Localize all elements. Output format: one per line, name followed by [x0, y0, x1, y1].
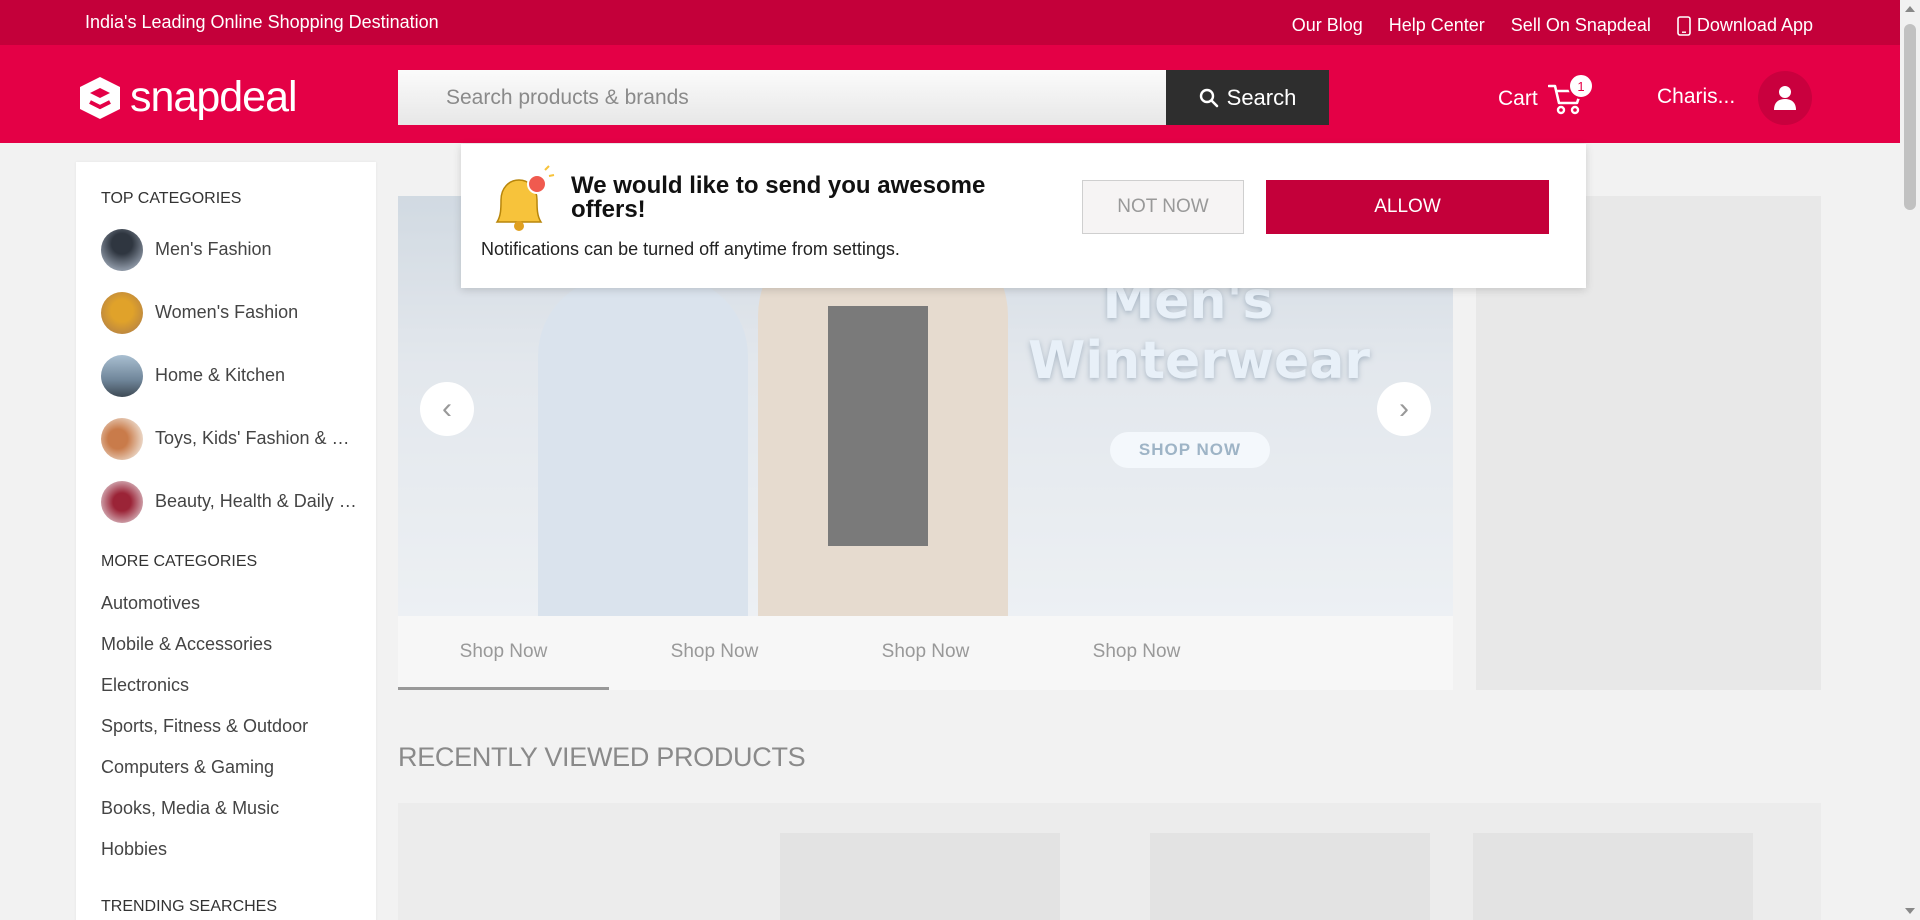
home-kitchen-thumbnail	[101, 354, 143, 397]
womens-fashion-thumbnail	[101, 291, 143, 334]
recent-product-card[interactable]	[1473, 833, 1753, 920]
top-categories-title: TOP CATEGORIES	[101, 190, 242, 207]
more-category-books[interactable]: Books, Media & Music	[76, 788, 376, 829]
notification-permission-popup: We would like to send you awesome offers…	[461, 144, 1586, 288]
more-categories-title: MORE CATEGORIES	[101, 553, 258, 570]
chevron-right-icon: ›	[1399, 392, 1409, 425]
more-category-sports[interactable]: Sports, Fitness & Outdoor	[76, 706, 376, 747]
scroll-up-arrow-icon[interactable]	[1905, 6, 1915, 12]
banner-tab-1[interactable]: Shop Now	[398, 616, 609, 690]
recently-viewed-products	[398, 803, 1821, 920]
notification-subtitle: Notifications can be turned off anytime …	[481, 239, 900, 259]
toys-kids-thumbnail	[101, 417, 143, 460]
mens-fashion-thumbnail	[101, 228, 143, 271]
category-toys-kids[interactable]: Toys, Kids' Fashion & more	[76, 407, 376, 470]
more-category-electronics[interactable]: Electronics	[76, 665, 376, 706]
top-links: Our Blog Help Center Sell On Snapdeal Do…	[1292, 15, 1813, 36]
download-app-link[interactable]: Download App	[1677, 15, 1813, 36]
recent-product-card[interactable]	[1150, 833, 1430, 920]
beauty-health-thumbnail	[101, 480, 143, 523]
search-button[interactable]: Search	[1166, 70, 1329, 125]
allow-button[interactable]: ALLOW	[1266, 180, 1549, 234]
snapdeal-logo-icon	[80, 76, 120, 119]
not-now-button[interactable]: NOT NOW	[1082, 180, 1244, 234]
tagline: India's Leading Online Shopping Destinat…	[85, 12, 439, 32]
category-home-kitchen[interactable]: Home & Kitchen	[76, 344, 376, 407]
snapdeal-logo[interactable]: snapdeal	[76, 73, 298, 122]
mobile-phone-icon	[1677, 15, 1691, 36]
top-strip: India's Leading Online Shopping Destinat…	[0, 0, 1900, 45]
category-label: Beauty, Health & Daily Needs	[155, 491, 360, 511]
logo-text: snapdeal	[130, 73, 298, 121]
main-header: snapdeal Search Cart 1 Charis...	[0, 45, 1900, 143]
search-bar: Search	[398, 70, 1329, 125]
scroll-down-arrow-icon[interactable]	[1905, 908, 1915, 914]
category-beauty-health[interactable]: Beauty, Health & Daily Needs	[76, 470, 376, 533]
recently-viewed-title: RECENTLY VIEWED PRODUCTS	[398, 742, 806, 772]
cart-count-badge: 1	[1568, 73, 1594, 99]
download-app-label: Download App	[1696, 15, 1813, 35]
category-label: Home & Kitchen	[155, 365, 286, 385]
page-scrollbar[interactable]	[1900, 0, 1920, 920]
search-input[interactable]	[398, 70, 1166, 125]
carousel-next-button[interactable]: ›	[1377, 382, 1431, 436]
banner-tab-2[interactable]: Shop Now	[609, 616, 820, 690]
more-category-computers[interactable]: Computers & Gaming	[76, 747, 376, 788]
banner-tab-3[interactable]: Shop Now	[820, 616, 1031, 690]
category-label: Men's Fashion	[155, 239, 272, 259]
category-label: Women's Fashion	[155, 302, 299, 322]
more-category-automotives[interactable]: Automotives	[76, 583, 376, 624]
help-center-link[interactable]: Help Center	[1389, 15, 1485, 36]
recent-product-card[interactable]	[780, 833, 1060, 920]
search-button-label: Search	[1226, 84, 1297, 110]
user-avatar[interactable]	[1758, 71, 1812, 125]
category-womens-fashion[interactable]: Women's Fashion	[76, 281, 376, 344]
user-name[interactable]: Charis...	[1657, 85, 1735, 109]
trending-searches-title: TRENDING SEARCHES	[101, 898, 278, 915]
category-mens-fashion[interactable]: Men's Fashion	[76, 218, 376, 281]
cart-label: Cart	[1498, 87, 1538, 110]
cart-button[interactable]: Cart 1	[1498, 73, 1594, 115]
search-icon	[1199, 88, 1218, 107]
banner-tab-4[interactable]: Shop Now	[1031, 616, 1242, 690]
chevron-left-icon: ‹	[442, 392, 452, 425]
bell-icon	[495, 165, 555, 231]
category-sidebar: TOP CATEGORIES Men's Fashion Women's Fas…	[76, 162, 376, 920]
carousel-prev-button[interactable]: ‹	[420, 382, 474, 436]
user-icon	[1774, 86, 1796, 110]
notification-title: We would like to send you awesome offers…	[571, 172, 986, 223]
banner-tabs: Shop Now Shop Now Shop Now Shop Now	[398, 616, 1453, 690]
category-label: Toys, Kids' Fashion & more	[155, 428, 360, 448]
our-blog-link[interactable]: Our Blog	[1292, 15, 1363, 36]
scrollbar-thumb[interactable]	[1904, 24, 1916, 210]
sell-on-snapdeal-link[interactable]: Sell On Snapdeal	[1511, 15, 1651, 36]
more-category-mobile[interactable]: Mobile & Accessories	[76, 624, 376, 665]
more-category-hobbies[interactable]: Hobbies	[76, 829, 376, 870]
